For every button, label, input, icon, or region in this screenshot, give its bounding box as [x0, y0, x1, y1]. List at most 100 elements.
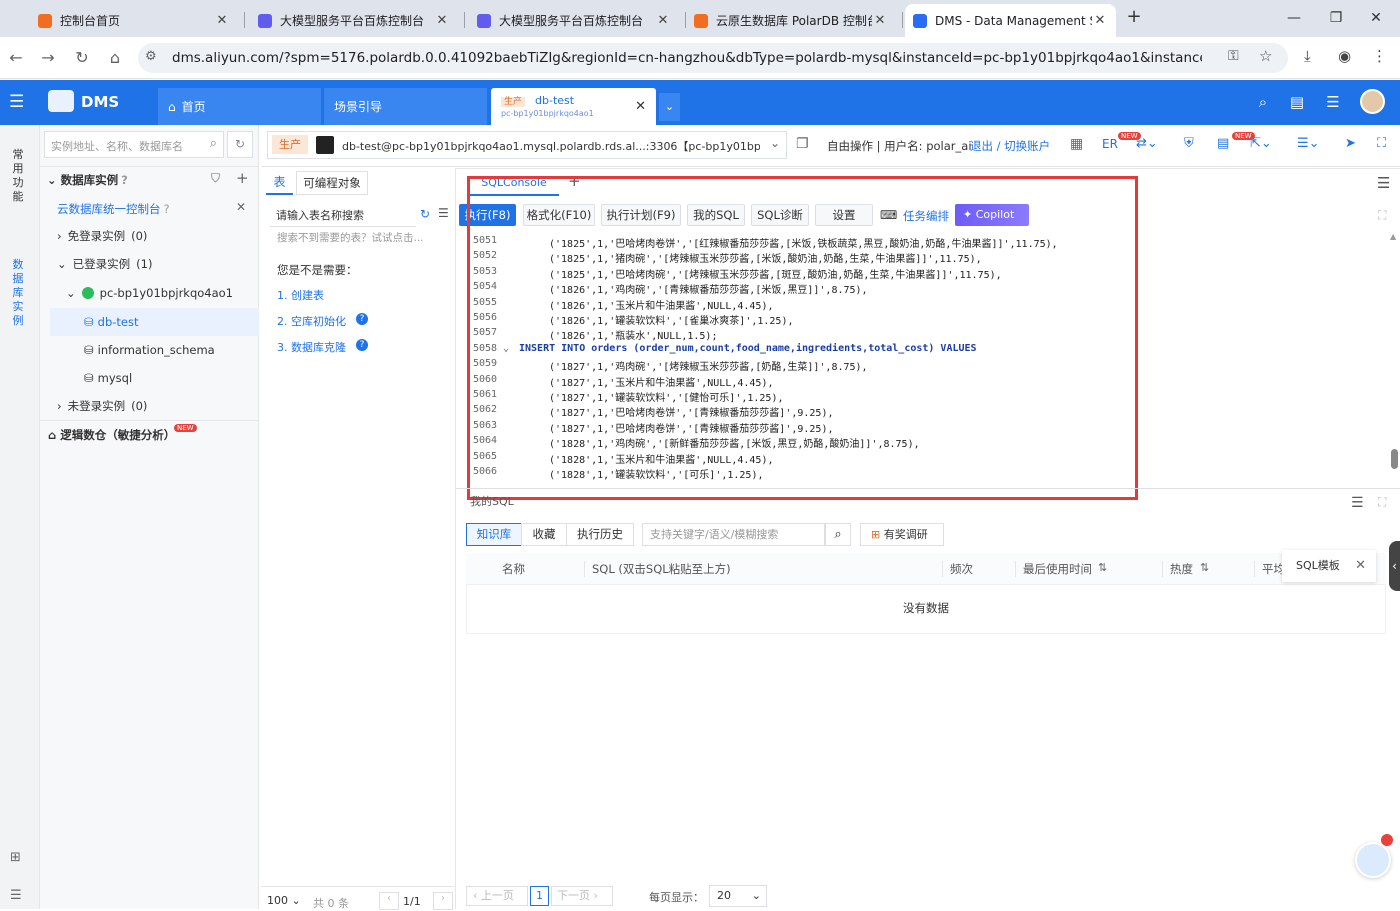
new-tab-button[interactable]: +	[1121, 6, 1147, 30]
menu-icon[interactable]: ☰	[1351, 495, 1364, 511]
download-icon[interactable]: ⤓	[1304, 47, 1311, 65]
search-icon[interactable]: ⌕	[825, 523, 851, 546]
menu-icon[interactable]: ☰	[1377, 174, 1390, 192]
logged-in-instances[interactable]: ⌄ 已登录实例 (1)	[57, 250, 152, 278]
clone-db-link[interactable]: 3. 数据库克隆	[277, 339, 346, 355]
close-icon[interactable]: ✕	[1355, 550, 1366, 582]
refresh-icon[interactable]: ↻	[227, 131, 253, 158]
not-logged-instances[interactable]: › 未登录实例 (0)	[57, 392, 147, 420]
sql-template-popup[interactable]: SQL模板 ✕	[1282, 550, 1376, 582]
sort-icon[interactable]: ⇅	[1098, 561, 1107, 574]
restore-icon[interactable]: ❐	[1316, 6, 1356, 30]
password-key-icon[interactable]: ⚿	[1228, 48, 1239, 64]
close-tab-icon[interactable]: ✕	[872, 13, 888, 28]
tab-table[interactable]: 表	[266, 171, 293, 195]
free-login-instances[interactable]: › 免登录实例 (0)	[57, 222, 147, 250]
back-icon[interactable]: ←	[4, 47, 28, 69]
close-icon[interactable]: ✕	[236, 200, 246, 214]
logic-warehouse[interactable]: ⌂ 逻辑数仓（敏捷分析）	[48, 421, 175, 449]
col-last-used[interactable]: 最后使用时间	[1023, 553, 1092, 585]
avatar[interactable]	[1360, 89, 1385, 114]
search-icon[interactable]: ⌕	[1252, 93, 1274, 111]
copy-icon[interactable]: ❐	[796, 136, 809, 152]
browser-tab[interactable]: DMS - Data Management Se ✕	[905, 4, 1116, 37]
sort-icon[interactable]: ⇅	[1200, 561, 1209, 574]
close-tab-icon[interactable]: ✕	[635, 99, 646, 114]
chevron-down-icon[interactable]: ⌄	[770, 136, 780, 150]
help-icon[interactable]: ?	[121, 173, 128, 187]
browser-tab[interactable]: 云原生数据库 PolarDB 控制台 ✕	[686, 4, 896, 37]
table-icon[interactable]: ▦	[1070, 136, 1083, 152]
doc-icon[interactable]: ▤	[1217, 136, 1229, 151]
bookmark-star-icon[interactable]: ☆	[1259, 47, 1272, 65]
instance-section[interactable]: ⌄ 数据库实例?	[47, 166, 128, 194]
logout-link[interactable]: 退出 / 切换账户	[970, 138, 1050, 154]
prev-page-icon[interactable]: ‹	[379, 892, 399, 910]
reload-icon[interactable]: ↻	[70, 47, 94, 69]
next-page-icon[interactable]: ›	[433, 892, 453, 910]
db-node-mysql[interactable]: ⛁ mysql	[84, 364, 132, 392]
list-icon[interactable]: ☰	[438, 206, 449, 220]
assistant-robot-icon[interactable]	[1355, 842, 1391, 878]
minimize-icon[interactable]: —	[1274, 6, 1314, 30]
per-page-select[interactable]: 20 ⌄	[709, 885, 767, 907]
close-tab-icon[interactable]: ✕	[1092, 13, 1108, 28]
prev-page-button[interactable]: ‹ 上一页	[466, 886, 528, 906]
url-text[interactable]: dms.aliyun.com/?spm=5176.polardb.0.0.410…	[172, 50, 1202, 66]
scroll-up-icon[interactable]: ▲	[1390, 232, 1396, 241]
add-icon[interactable]: +	[236, 169, 249, 187]
console-link[interactable]: 云数据库统一控制台?	[57, 195, 170, 223]
tab-programmable[interactable]: 可编程对象	[296, 171, 368, 195]
tab-history[interactable]: 执行历史	[566, 523, 634, 546]
refresh-icon[interactable]: ↻	[420, 207, 430, 221]
tab-favorites[interactable]: 收藏	[521, 523, 567, 546]
next-page-button[interactable]: 下一页 ›	[551, 886, 613, 906]
apps-icon[interactable]: ⊞	[10, 850, 21, 865]
menu-dots-icon[interactable]: ⋮	[1372, 47, 1387, 65]
notes-icon[interactable]: ☰	[1322, 93, 1344, 111]
page-number[interactable]: 1	[530, 886, 549, 906]
instance-search-input[interactable]: 实例地址、名称、数据库名 ⌕	[44, 131, 224, 158]
forward-icon[interactable]: →	[36, 47, 60, 69]
search-icon[interactable]: ⌕	[210, 136, 217, 151]
tab-dropdown-icon[interactable]: ⌄	[659, 93, 680, 121]
site-info-icon[interactable]: ⚙	[145, 49, 157, 64]
export-icon[interactable]: ⇱⌄	[1250, 136, 1272, 151]
db-node-db-test[interactable]: ⛁ db-test	[50, 308, 259, 336]
col-heat[interactable]: 热度	[1170, 553, 1193, 585]
browser-tab[interactable]: 控制台首页 ✕	[30, 4, 238, 37]
db-instance-nav[interactable]: 数据库实例	[8, 258, 28, 328]
fullscreen-icon[interactable]: ⛶	[1377, 136, 1386, 151]
help-icon[interactable]: ?	[356, 339, 368, 351]
survey-button[interactable]: ⊞ 有奖调研	[860, 523, 944, 546]
close-tab-icon[interactable]: ✕	[214, 13, 230, 28]
tab-knowledge-base[interactable]: 知识库	[466, 523, 522, 546]
tab-home[interactable]: ⌂ 首页	[158, 88, 321, 125]
editor-scrollbar[interactable]: ▲	[1389, 232, 1400, 485]
close-tab-icon[interactable]: ✕	[434, 13, 450, 28]
db-node-information-schema[interactable]: ⛁ information_schema	[84, 336, 215, 364]
expand-icon[interactable]: ⛶	[1378, 495, 1386, 510]
home-icon[interactable]: ⌂	[103, 47, 127, 69]
er-button[interactable]: ER	[1102, 137, 1118, 151]
sql-search-input[interactable]: 支持关键字/语义/模糊搜索	[642, 523, 825, 546]
close-window-icon[interactable]: ✕	[1356, 6, 1396, 30]
list-icon[interactable]: ☰	[10, 888, 22, 903]
help-icon[interactable]: ?	[164, 202, 170, 216]
page-size-select[interactable]: 100 ⌄	[263, 892, 305, 910]
init-db-link[interactable]: 2. 空库初始化	[277, 313, 346, 329]
expand-icon[interactable]: ⛶	[1378, 208, 1386, 223]
scroll-thumb[interactable]	[1391, 449, 1398, 469]
instance-node[interactable]: ⌄ pc-bp1y01bpjrkqo4ao1	[66, 279, 233, 307]
tab-db-test[interactable]: 生产 db-test pc-bp1y01bpjrkqo4ao1 ✕	[491, 88, 656, 125]
browser-tab[interactable]: 大模型服务平台百炼控制台 ✕	[469, 4, 679, 37]
table-search-input[interactable]: 请输入表名称搜索	[270, 205, 416, 227]
create-table-link[interactable]: 1. 创建表	[277, 287, 324, 303]
sync-icon[interactable]: ⇄⌄	[1136, 136, 1158, 151]
docs-icon[interactable]: ▤	[1286, 93, 1308, 111]
common-functions-nav[interactable]: 常用功能	[8, 148, 28, 204]
filter-icon[interactable]: ⛉	[211, 171, 220, 186]
tab-scene-guide[interactable]: 场景引导	[324, 88, 487, 125]
list-icon[interactable]: ☰⌄	[1297, 136, 1320, 151]
help-icon[interactable]: ?	[356, 313, 368, 325]
